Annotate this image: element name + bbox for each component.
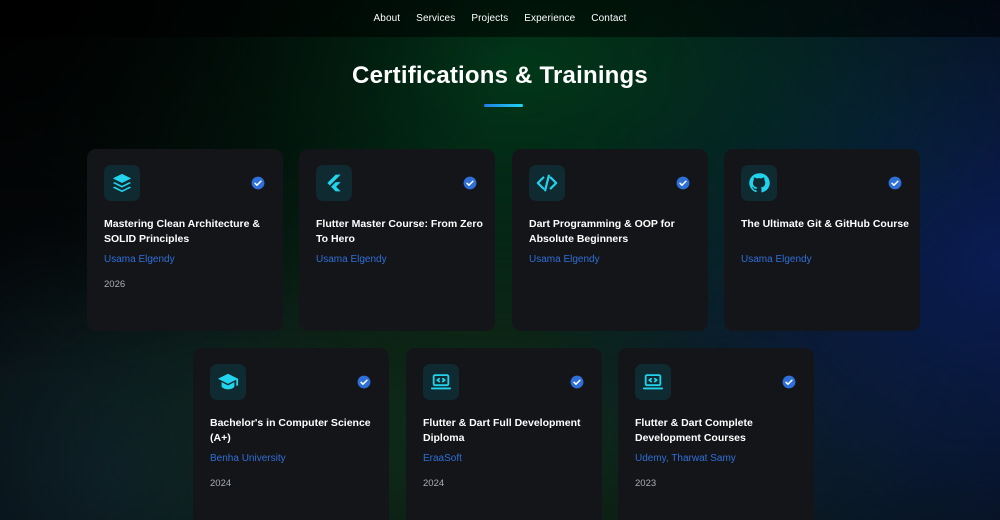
certificate-year: 2026	[104, 279, 126, 290]
certificate-title: Dart Programming & OOP for Absolute Begi…	[529, 218, 675, 245]
certificate-issuer: Usama Elgendy	[316, 254, 387, 265]
certificate-issuer: Benha University	[210, 453, 286, 464]
laptop-code-icon	[423, 364, 459, 400]
verified-badge-icon	[357, 375, 371, 389]
certificate-card[interactable]: Mastering Clean Architecture & SOLID Pri…	[87, 149, 283, 331]
title-underline	[484, 104, 523, 107]
verified-badge-icon	[782, 375, 796, 389]
certificate-year: 2024	[210, 478, 232, 489]
verified-badge-icon	[570, 375, 584, 389]
certificate-issuer: Usama Elgendy	[104, 254, 175, 265]
verified-badge-icon	[251, 176, 265, 190]
certificate-title: Flutter & Dart Complete Development Cour…	[635, 417, 753, 444]
nav-projects[interactable]: Projects	[471, 13, 508, 24]
certificate-card[interactable]: Flutter & Dart Full Development Diploma …	[406, 348, 602, 520]
certificate-issuer: Udemy, Tharwat Samy	[635, 453, 736, 464]
certificate-issuer: EraaSoft	[423, 453, 462, 464]
certificate-title: The Ultimate Git & GitHub Course	[741, 218, 910, 230]
certificate-title: Mastering Clean Architecture & SOLID Pri…	[104, 218, 260, 245]
certificate-card[interactable]: Flutter & Dart Complete Development Cour…	[618, 348, 814, 520]
section-title: Certifications & Trainings	[352, 62, 648, 89]
certificate-card[interactable]: Bachelor's in Computer Science (A+) Benh…	[193, 348, 389, 520]
certificate-card[interactable]: Dart Programming & OOP for Absolute Begi…	[512, 149, 708, 331]
code-icon	[529, 165, 565, 201]
graduation-cap-icon	[210, 364, 246, 400]
certificate-title: Flutter Master Course: From Zero To Hero	[316, 218, 483, 245]
nav-about[interactable]: About	[374, 13, 401, 24]
verified-badge-icon	[463, 176, 477, 190]
certificate-year: 2023	[635, 478, 657, 489]
layers-icon	[104, 165, 140, 201]
certificate-title: Flutter & Dart Full Development Diploma	[423, 417, 581, 444]
verified-badge-icon	[888, 176, 902, 190]
certificate-issuer: Usama Elgendy	[529, 254, 600, 265]
nav-experience[interactable]: Experience	[524, 13, 575, 24]
certificate-title: Bachelor's in Computer Science (A+)	[210, 417, 371, 444]
verified-badge-icon	[676, 176, 690, 190]
nav-services[interactable]: Services	[416, 13, 455, 24]
certificate-card[interactable]: Flutter Master Course: From Zero To Hero…	[299, 149, 495, 331]
certificate-year: 2024	[423, 478, 445, 489]
laptop-code-icon	[635, 364, 671, 400]
certificate-card[interactable]: The Ultimate Git & GitHub Course Usama E…	[724, 149, 920, 331]
flutter-icon	[316, 165, 352, 201]
github-icon	[741, 165, 777, 201]
top-nav: About Services Projects Experience Conta…	[0, 0, 1000, 37]
nav-contact[interactable]: Contact	[591, 13, 626, 24]
certificate-issuer: Usama Elgendy	[741, 254, 812, 265]
